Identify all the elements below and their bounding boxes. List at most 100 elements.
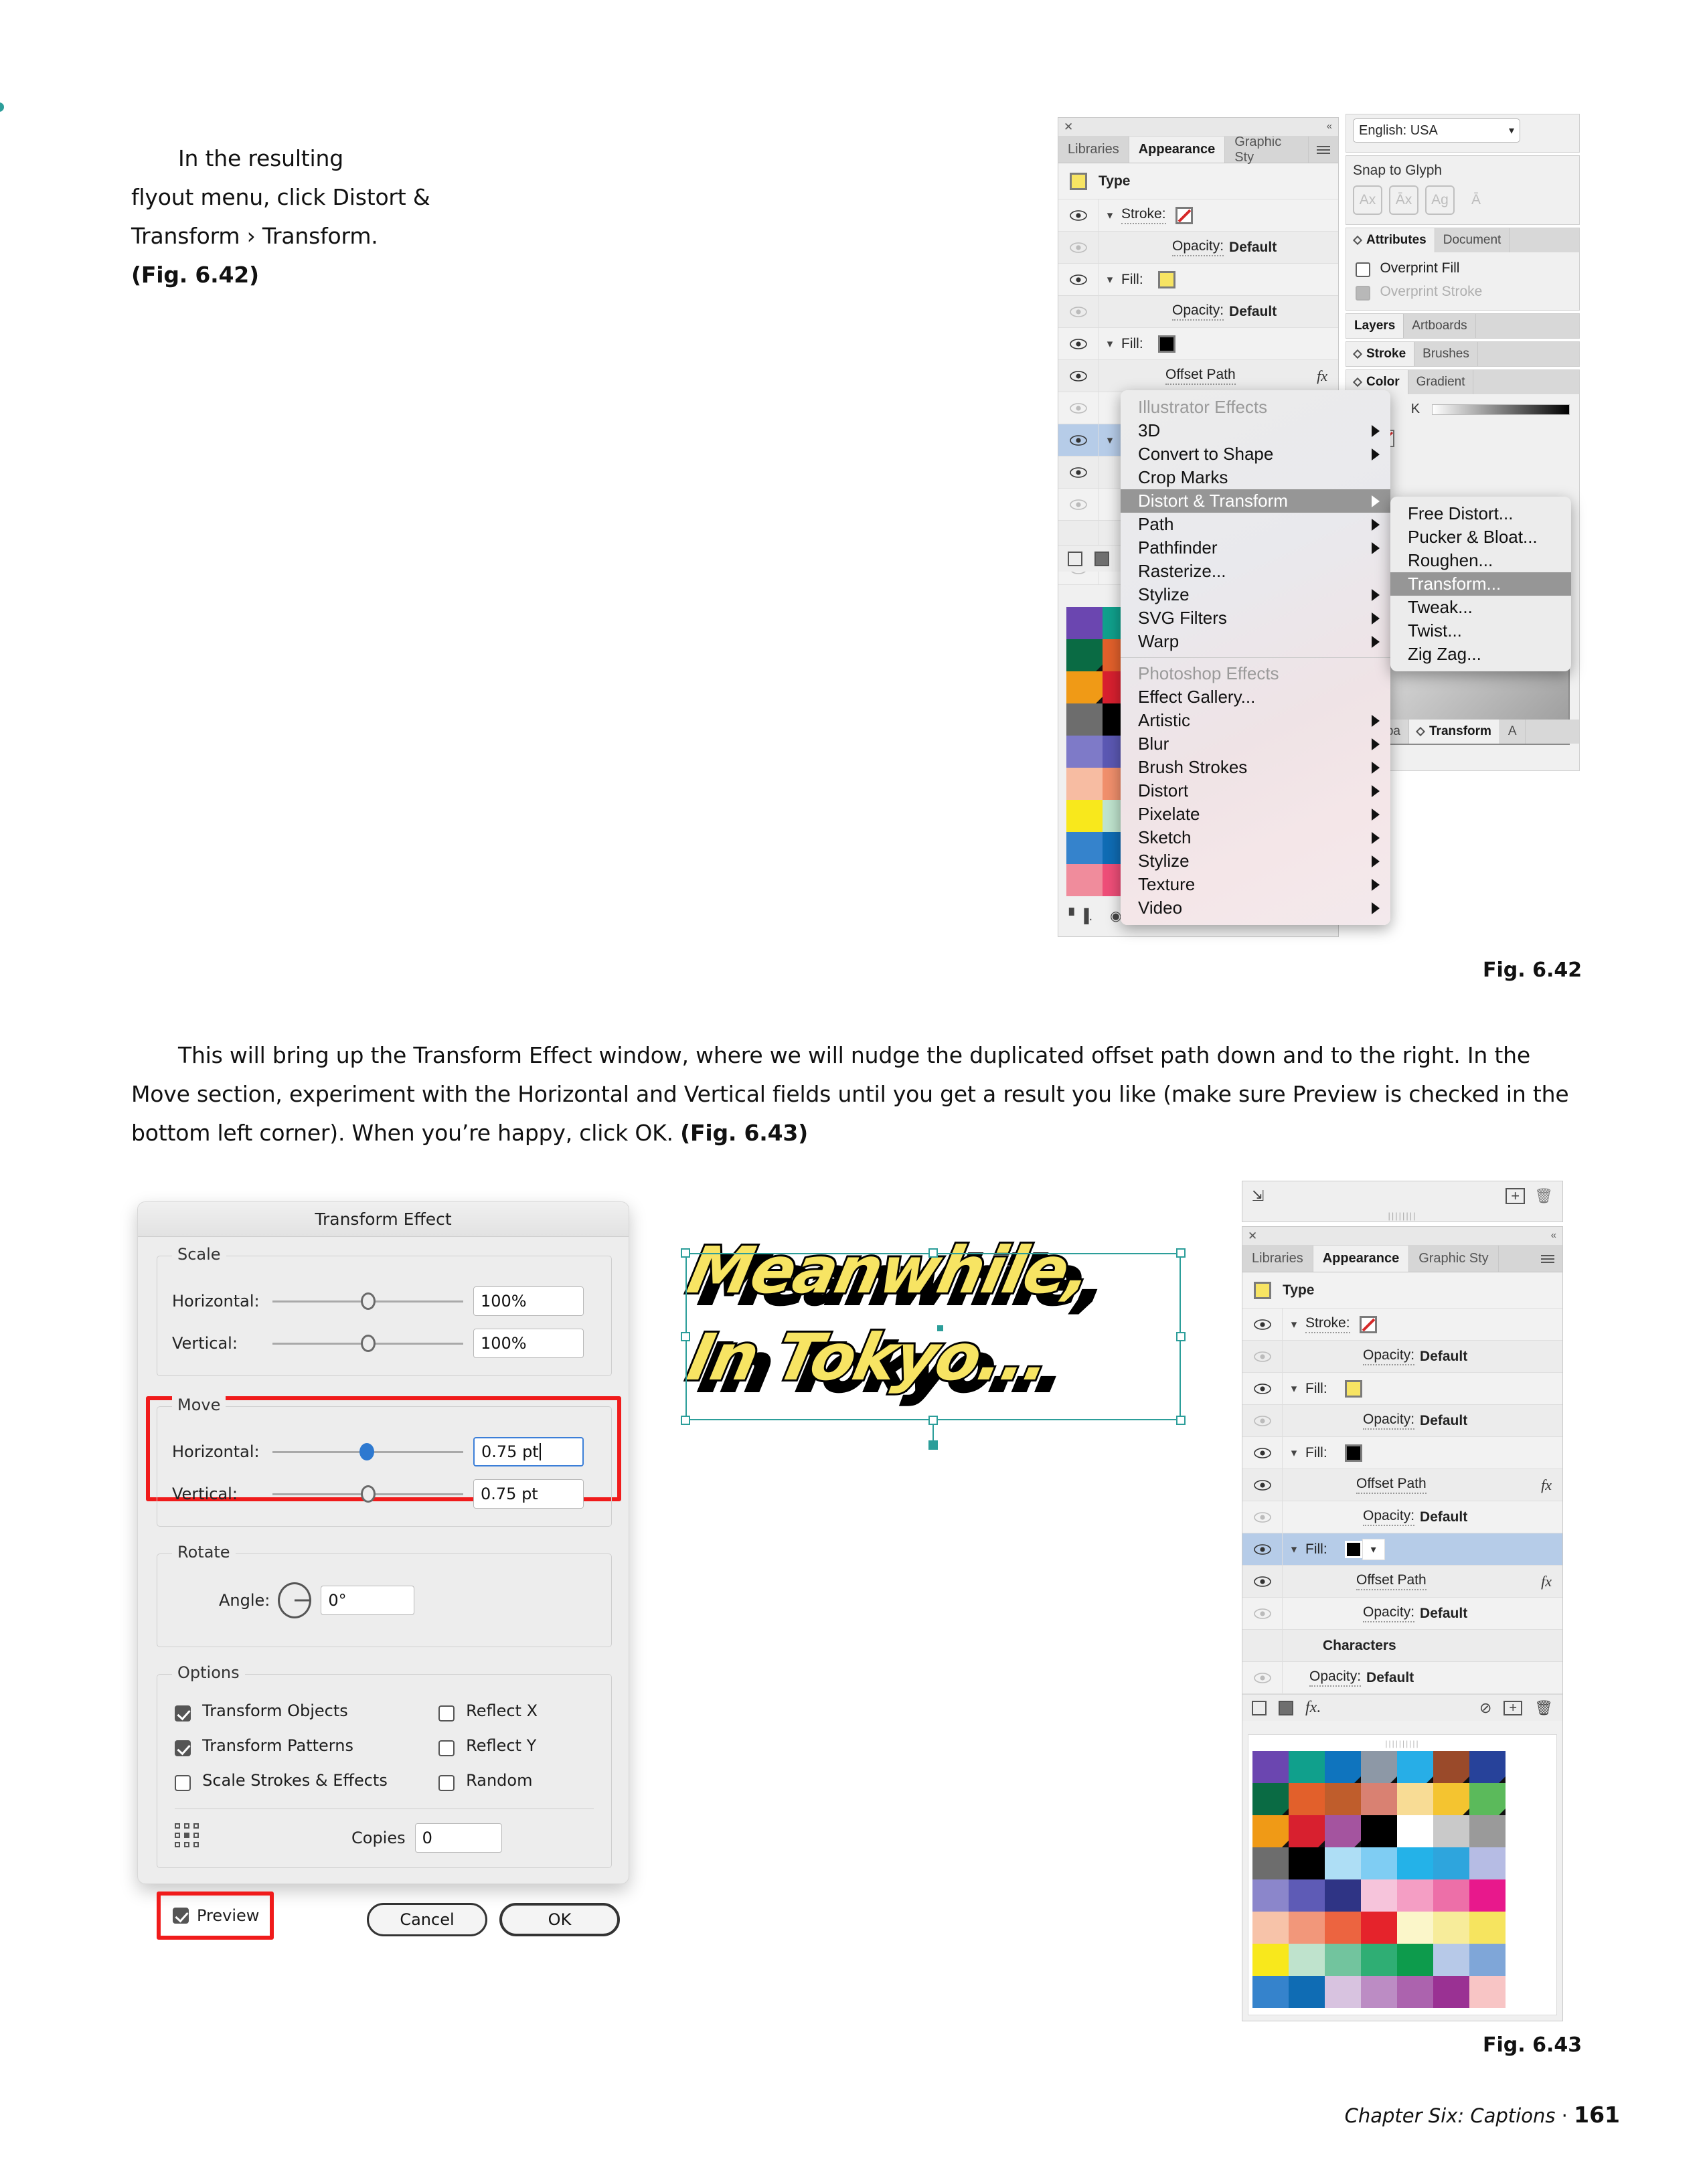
swatch-cell[interactable] — [1289, 1879, 1325, 1912]
new-stroke-icon[interactable] — [1068, 551, 1082, 566]
appearance-row-label[interactable]: Opacity: — [1363, 1412, 1415, 1430]
swatch-cell[interactable] — [1469, 1944, 1506, 1976]
swatch-cell[interactable] — [1433, 1912, 1469, 1944]
rotate-angle-input[interactable]: 0° — [321, 1586, 415, 1615]
swatch-cell[interactable] — [1325, 1847, 1361, 1879]
move-horizontal-knob[interactable] — [359, 1443, 374, 1460]
swatch-cell[interactable] — [1289, 1976, 1325, 2008]
swatch-cell[interactable] — [1252, 1815, 1289, 1847]
overprint-fill-row[interactable]: Overprint Fill — [1356, 260, 1570, 277]
swatch-cell[interactable] — [1433, 1944, 1469, 1976]
submenu-item-twist[interactable]: Twist... — [1390, 619, 1571, 643]
collapse-panel-icon[interactable]: « — [1327, 120, 1332, 132]
new-layer-icon[interactable]: + — [1506, 1188, 1526, 1204]
submenu-item-zig-zag[interactable]: Zig Zag... — [1390, 643, 1571, 666]
selection-rotate-handle[interactable] — [928, 1440, 938, 1450]
overprint-fill-checkbox[interactable] — [1356, 262, 1370, 277]
selection-right-dot[interactable] — [0, 102, 4, 112]
move-horizontal-input[interactable]: 0.75 pt — [473, 1437, 584, 1466]
duplicate-item-icon[interactable]: + — [1503, 1700, 1523, 1715]
appearance-row-fill-black[interactable]: ▾ Fill: — [1058, 328, 1338, 360]
submenu-item-tweak[interactable]: Tweak... — [1390, 596, 1571, 619]
tab-brushes[interactable]: Brushes — [1414, 341, 1478, 366]
scale-horizontal-input[interactable]: 100% — [473, 1286, 584, 1316]
selection-handle-br[interactable] — [1176, 1416, 1186, 1425]
swatch-cell[interactable] — [1361, 1815, 1397, 1847]
appearance-row-opacity[interactable]: Opacity: Default — [1058, 296, 1338, 328]
option-random[interactable]: Random — [438, 1771, 532, 1791]
effects-context-menu[interactable]: Illustrator Effects 3D Convert to Shape … — [1121, 390, 1390, 925]
swatch-cell[interactable] — [1397, 1751, 1433, 1783]
delete-item-icon[interactable]: 🗑 — [1534, 1699, 1553, 1717]
swatch-cell[interactable] — [1289, 1847, 1325, 1879]
panel-menu-button[interactable] — [1309, 137, 1338, 163]
menu-item-3d[interactable]: 3D — [1121, 419, 1390, 442]
swatch-cell[interactable] — [1361, 1879, 1397, 1912]
panel-grip[interactable]: |||||||| — [1242, 1211, 1562, 1221]
target-swatch[interactable] — [1070, 172, 1087, 190]
selection-handle-mr[interactable] — [1176, 1332, 1186, 1341]
chevron-down-icon[interactable]: ▾ — [1099, 337, 1121, 351]
appearance-row-fill-black[interactable]: ▾ Fill: — [1242, 1437, 1562, 1469]
appearance-row-offset-path[interactable]: Offset Path fx — [1242, 1469, 1562, 1501]
appearance-row-fill-yellow[interactable]: ▾ Fill: — [1058, 264, 1338, 296]
menu-item-convert-to-shape[interactable]: Convert to Shape — [1121, 442, 1390, 466]
appearance-row-label[interactable]: Offset Path — [1356, 1572, 1427, 1590]
visibility-toggle[interactable] — [1242, 1566, 1283, 1597]
transform-patterns-checkbox[interactable] — [175, 1740, 191, 1756]
appearance-row-label[interactable]: Fill: — [1305, 1381, 1327, 1397]
swatch-cell[interactable] — [1469, 1879, 1506, 1912]
move-vertical-knob[interactable] — [361, 1485, 376, 1503]
stroke-none-swatch[interactable] — [1175, 206, 1193, 224]
reflect-x-checkbox[interactable] — [438, 1705, 455, 1721]
random-checkbox[interactable] — [438, 1774, 455, 1791]
preview-checkbox[interactable] — [173, 1908, 189, 1924]
delete-layer-icon[interactable]: 🗑 — [1534, 1187, 1553, 1205]
visibility-toggle[interactable] — [1058, 456, 1099, 488]
snap-glyph-button-ag[interactable]: Ag — [1425, 185, 1455, 215]
swatch-cell[interactable] — [1066, 800, 1103, 832]
swatch-cell[interactable] — [1289, 1751, 1325, 1783]
submenu-item-roughen[interactable]: Roughen... — [1390, 549, 1571, 572]
swatch-cell[interactable] — [1252, 1751, 1289, 1783]
selection-handle-ml[interactable] — [681, 1332, 690, 1341]
visibility-toggle[interactable] — [1058, 360, 1099, 392]
tab-attributes[interactable]: Attributes — [1346, 228, 1435, 252]
collapse-panel-icon[interactable]: « — [1551, 1230, 1556, 1241]
swatch-cell[interactable] — [1433, 1976, 1469, 2008]
swatch-cell[interactable] — [1397, 1976, 1433, 2008]
chevron-down-icon[interactable]: ▾ — [1283, 1446, 1305, 1460]
appearance-row-label[interactable]: Fill: — [1121, 336, 1143, 352]
chevron-down-icon[interactable]: ▾ — [1099, 434, 1121, 447]
option-scale-strokes-effects[interactable]: Scale Strokes & Effects — [175, 1771, 388, 1791]
swatch-cell[interactable] — [1469, 1847, 1506, 1879]
appearance-row-opacity[interactable]: Opacity: Default — [1242, 1598, 1562, 1630]
new-fill-icon[interactable] — [1279, 1700, 1293, 1715]
appearance-row-characters[interactable]: Characters — [1242, 1630, 1562, 1662]
distort-transform-submenu[interactable]: Free Distort... Pucker & Bloat... Roughe… — [1390, 497, 1571, 671]
appearance-row-label[interactable]: Fill: — [1305, 1445, 1327, 1461]
menu-item-distort-ps[interactable]: Distort — [1121, 779, 1390, 803]
tab-artboards[interactable]: Artboards — [1404, 313, 1476, 338]
swatch-cell[interactable] — [1325, 1751, 1361, 1783]
snap-glyph-button-a-macron[interactable]: Ā — [1461, 185, 1491, 215]
swatch-cell[interactable] — [1325, 1783, 1361, 1815]
fill-swatch-yellow[interactable] — [1344, 1379, 1362, 1398]
chevron-down-icon[interactable]: ▾ — [1283, 1543, 1305, 1556]
scale-horizontal-knob[interactable] — [361, 1292, 376, 1310]
preview-row[interactable]: Preview — [173, 1906, 259, 1925]
fill-swatch-yellow[interactable] — [1157, 270, 1175, 288]
swatch-cell[interactable] — [1289, 1783, 1325, 1815]
submenu-item-transform[interactable]: Transform... — [1390, 572, 1571, 596]
chevron-down-icon[interactable]: ▾ — [1099, 273, 1121, 286]
fx-icon[interactable]: fx — [1541, 1573, 1552, 1590]
reference-point-grid-icon[interactable] — [175, 1823, 201, 1850]
swatch-cell[interactable] — [1433, 1751, 1469, 1783]
swatch-cell[interactable] — [1289, 1944, 1325, 1976]
clear-appearance-icon[interactable]: ⊘ — [1479, 1699, 1491, 1717]
swatch-cell[interactable] — [1433, 1847, 1469, 1879]
panel-grip[interactable]: |||||||||| — [1252, 1739, 1552, 1748]
swatch-cell[interactable] — [1252, 1976, 1289, 2008]
swatch-cell[interactable] — [1433, 1815, 1469, 1847]
menu-item-svg-filters[interactable]: SVG Filters — [1121, 606, 1390, 630]
